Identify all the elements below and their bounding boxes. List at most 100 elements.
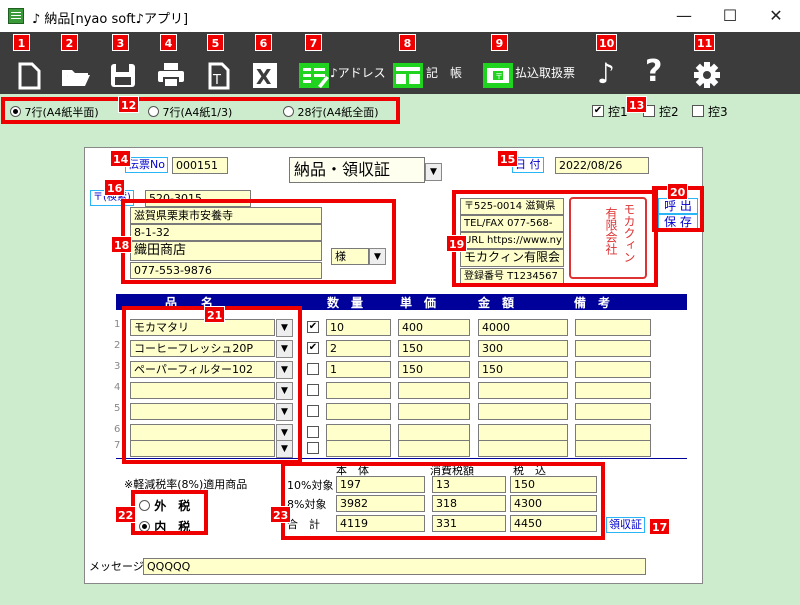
amount-field[interactable] <box>478 440 568 457</box>
qty-field[interactable] <box>326 440 391 457</box>
row-number: 2 <box>114 340 121 351</box>
excel-icon[interactable]: X <box>248 60 282 90</box>
row-number: 1 <box>114 319 121 330</box>
ctrl-1-checkbox[interactable]: ✔ <box>592 105 604 117</box>
amount-field[interactable] <box>478 382 568 399</box>
header-note: 備 考 <box>574 296 611 310</box>
qty-field[interactable] <box>326 403 391 420</box>
ctrl-3-label: 控3 <box>708 105 728 119</box>
badge-21: 21 <box>204 306 226 323</box>
reduced-tax-checkbox[interactable] <box>307 384 319 396</box>
badge-11: 11 <box>694 34 716 51</box>
date-field[interactable]: 2022/08/26 <box>555 157 649 174</box>
badge-9: 9 <box>491 34 508 51</box>
question-icon[interactable]: ? <box>645 55 662 89</box>
header-amount: 金 額 <box>478 296 515 310</box>
amount-field[interactable]: 150 <box>478 361 568 378</box>
note-field[interactable] <box>575 403 651 420</box>
amount-field[interactable] <box>478 424 568 441</box>
badge-19: 19 <box>446 235 468 252</box>
minimize-button[interactable]: — <box>672 4 696 28</box>
denpyo-no-field[interactable]: 000151 <box>172 157 228 174</box>
unit-price-field[interactable] <box>398 440 470 457</box>
badge-4: 4 <box>160 34 177 51</box>
ledger-icon[interactable] <box>392 60 424 90</box>
unit-price-field[interactable]: 150 <box>398 361 470 378</box>
close-button[interactable]: ✕ <box>764 4 788 28</box>
text-document-icon[interactable]: T <box>202 60 236 90</box>
note-field[interactable] <box>575 319 651 336</box>
badge-17: 17 <box>649 518 671 535</box>
reduced-tax-checkbox[interactable] <box>307 426 319 438</box>
svg-text:X: X <box>256 65 272 89</box>
denpyo-label: 伝票No <box>125 157 168 173</box>
new-document-icon[interactable] <box>14 60 48 90</box>
message-label: メッセージ <box>89 560 144 573</box>
tax-mode-highlight <box>131 490 208 535</box>
address-label[interactable]: ♪アドレス <box>330 64 386 81</box>
qty-field[interactable]: 10 <box>326 319 391 336</box>
gear-icon[interactable] <box>690 60 724 90</box>
title-bar: ♪ 納品[nyao soft♪アプリ] — ☐ ✕ <box>0 0 800 32</box>
row-number: 6 <box>114 424 121 435</box>
header-qty: 数 量 <box>327 296 364 310</box>
unit-price-field[interactable] <box>398 382 470 399</box>
reduced-tax-checkbox[interactable] <box>307 363 319 375</box>
payment-slip-icon[interactable]: 〒 <box>482 60 514 90</box>
doc-type-select[interactable]: 納品・領収証 <box>289 157 425 183</box>
message-field[interactable]: QQQQQ <box>143 558 646 575</box>
ctrl-3-checkbox[interactable] <box>692 105 704 117</box>
badge-12: 12 <box>118 96 140 113</box>
qty-field[interactable]: 1 <box>326 361 391 378</box>
unit-price-field[interactable] <box>398 424 470 441</box>
note-icon[interactable]: ♪ <box>597 57 615 91</box>
header-unit: 単 価 <box>400 296 437 310</box>
note-field[interactable] <box>575 340 651 357</box>
ctrl-1-label: 控1 <box>608 105 628 119</box>
payment-slip-label[interactable]: 払込取扱票 <box>515 64 575 81</box>
qty-field[interactable]: 2 <box>326 340 391 357</box>
badge-20: 20 <box>667 183 689 200</box>
ledger-label[interactable]: 記 帳 <box>426 64 462 81</box>
amount-field[interactable]: 4000 <box>478 319 568 336</box>
chevron-down-icon[interactable]: ▼ <box>425 163 442 181</box>
svg-text:〒: 〒 <box>495 72 503 81</box>
badge-15: 15 <box>497 150 519 167</box>
open-folder-icon[interactable] <box>58 60 92 90</box>
sender-highlight <box>452 190 658 287</box>
svg-text:T: T <box>212 73 221 88</box>
reduced-tax-checkbox[interactable]: ✔ <box>307 321 319 333</box>
unit-price-field[interactable]: 400 <box>398 319 470 336</box>
unit-price-field[interactable] <box>398 403 470 420</box>
badge-2: 2 <box>61 34 78 51</box>
badge-10: 10 <box>596 34 618 51</box>
note-field[interactable] <box>575 424 651 441</box>
window-title: ♪ 納品[nyao soft♪アプリ] <box>32 12 189 27</box>
amount-field[interactable]: 300 <box>478 340 568 357</box>
reduced-tax-checkbox[interactable] <box>307 405 319 417</box>
reduced-tax-checkbox[interactable] <box>307 442 319 454</box>
badge-7: 7 <box>305 34 322 51</box>
maximize-button[interactable]: ☐ <box>718 4 742 28</box>
note-field[interactable] <box>575 361 651 378</box>
unit-price-field[interactable]: 150 <box>398 340 470 357</box>
qty-field[interactable] <box>326 424 391 441</box>
address-book-icon[interactable] <box>298 60 330 90</box>
print-icon[interactable] <box>154 60 188 90</box>
badge-13: 13 <box>626 96 648 113</box>
qty-field[interactable] <box>326 382 391 399</box>
tax-summary-highlight <box>281 462 605 540</box>
ctrl-2-label: 控2 <box>659 105 679 119</box>
badge-6: 6 <box>255 34 272 51</box>
reduced-tax-checkbox[interactable]: ✔ <box>307 342 319 354</box>
badge-14: 14 <box>110 150 132 167</box>
note-field[interactable] <box>575 440 651 457</box>
item-column-highlight <box>122 306 302 464</box>
badge-3: 3 <box>112 34 129 51</box>
save-icon[interactable] <box>106 60 140 90</box>
badge-1: 1 <box>13 34 30 51</box>
row-number: 4 <box>114 382 121 393</box>
receipt-button[interactable]: 領収証 <box>606 517 645 533</box>
amount-field[interactable] <box>478 403 568 420</box>
note-field[interactable] <box>575 382 651 399</box>
